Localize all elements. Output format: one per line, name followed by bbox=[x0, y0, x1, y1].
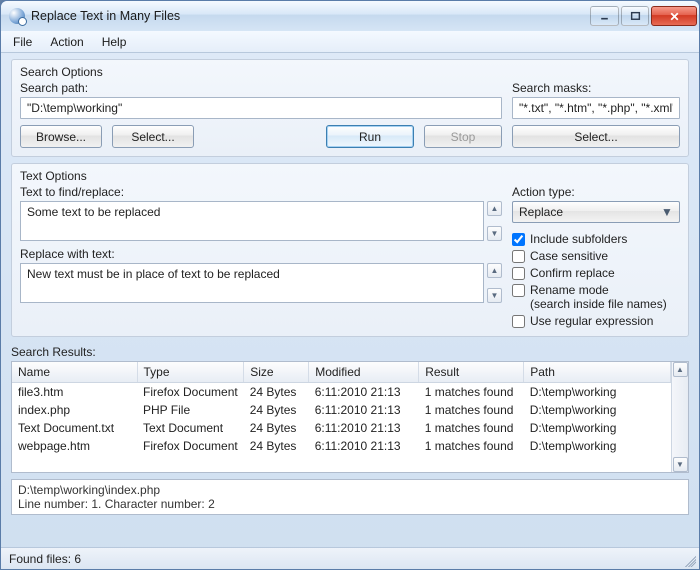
cell-modified: 6:11:2010 21:13 bbox=[309, 437, 419, 455]
cell-name: Text Document.txt bbox=[12, 419, 137, 437]
browse-button[interactable]: Browse... bbox=[20, 125, 102, 148]
case-sensitive-row[interactable]: Case sensitive bbox=[512, 249, 680, 263]
use-regex-label: Use regular expression bbox=[530, 314, 653, 328]
confirm-replace-label: Confirm replace bbox=[530, 266, 615, 280]
results-table-wrap: Name Type Size Modified Result Path file… bbox=[11, 361, 689, 473]
app-window: Replace Text in Many Files File Action H… bbox=[0, 0, 700, 570]
case-sensitive-label: Case sensitive bbox=[530, 249, 608, 263]
stop-button[interactable]: Stop bbox=[424, 125, 502, 148]
cell-type: Firefox Document bbox=[137, 383, 244, 402]
table-row[interactable]: index.phpPHP File24 Bytes6:11:2010 21:13… bbox=[12, 401, 671, 419]
cell-result: 1 matches found bbox=[419, 437, 524, 455]
use-regex-checkbox[interactable] bbox=[512, 315, 525, 328]
cell-modified: 6:11:2010 21:13 bbox=[309, 401, 419, 419]
col-path[interactable]: Path bbox=[524, 362, 671, 383]
confirm-replace-row[interactable]: Confirm replace bbox=[512, 266, 680, 280]
detail-path: D:\temp\working\index.php bbox=[18, 483, 682, 497]
detail-position: Line number: 1. Character number: 2 bbox=[18, 497, 682, 511]
search-options-group: Search Options Search path: Browse... Se… bbox=[11, 59, 689, 157]
include-subfolders-label: Include subfolders bbox=[530, 232, 627, 246]
find-text-label: Text to find/replace: bbox=[20, 185, 502, 199]
include-subfolders-checkbox[interactable] bbox=[512, 233, 525, 246]
select-path-button[interactable]: Select... bbox=[112, 125, 194, 148]
col-type[interactable]: Type bbox=[137, 362, 244, 383]
titlebar[interactable]: Replace Text in Many Files bbox=[1, 1, 699, 31]
rename-mode-sublabel: (search inside file names) bbox=[530, 297, 667, 311]
table-row[interactable]: Text Document.txtText Document24 Bytes6:… bbox=[12, 419, 671, 437]
cell-type: PHP File bbox=[137, 401, 244, 419]
search-path-input[interactable] bbox=[20, 97, 502, 119]
col-name[interactable]: Name bbox=[12, 362, 137, 383]
cell-path: D:\temp\working bbox=[524, 419, 671, 437]
cell-size: 24 Bytes bbox=[244, 437, 309, 455]
case-sensitive-checkbox[interactable] bbox=[512, 250, 525, 263]
status-text: Found files: 6 bbox=[9, 552, 81, 566]
run-button[interactable]: Run bbox=[326, 125, 414, 148]
cell-size: 24 Bytes bbox=[244, 383, 309, 402]
col-result[interactable]: Result bbox=[419, 362, 524, 383]
cell-size: 24 Bytes bbox=[244, 401, 309, 419]
client-area: Search Options Search path: Browse... Se… bbox=[1, 53, 699, 547]
statusbar: Found files: 6 bbox=[1, 547, 699, 569]
text-options-group: Text Options Text to find/replace: Some … bbox=[11, 163, 689, 337]
search-masks-label: Search masks: bbox=[512, 81, 680, 95]
cell-path: D:\temp\working bbox=[524, 383, 671, 402]
cell-modified: 6:11:2010 21:13 bbox=[309, 419, 419, 437]
table-row[interactable]: file3.htmFirefox Document24 Bytes6:11:20… bbox=[12, 383, 671, 402]
text-options-title: Text Options bbox=[20, 169, 680, 183]
action-type-select[interactable]: Replace ▼ bbox=[512, 201, 680, 223]
maximize-button[interactable] bbox=[621, 6, 649, 26]
select-masks-button[interactable]: Select... bbox=[512, 125, 680, 148]
cell-name: webpage.htm bbox=[12, 437, 137, 455]
close-button[interactable] bbox=[651, 6, 697, 26]
search-options-title: Search Options bbox=[20, 65, 680, 79]
detail-box: D:\temp\working\index.php Line number: 1… bbox=[11, 479, 689, 515]
scroll-up-icon[interactable]: ▲ bbox=[673, 362, 688, 377]
action-type-label: Action type: bbox=[512, 185, 680, 199]
app-icon bbox=[9, 8, 25, 24]
table-row[interactable]: webpage.htmFirefox Document24 Bytes6:11:… bbox=[12, 437, 671, 455]
results-table[interactable]: Name Type Size Modified Result Path file… bbox=[12, 362, 671, 455]
use-regex-row[interactable]: Use regular expression bbox=[512, 314, 680, 328]
include-subfolders-row[interactable]: Include subfolders bbox=[512, 232, 680, 246]
cell-type: Firefox Document bbox=[137, 437, 244, 455]
find-scroll-down[interactable]: ▼ bbox=[487, 226, 502, 241]
cell-name: index.php bbox=[12, 401, 137, 419]
find-text-input[interactable]: Some text to be replaced bbox=[20, 201, 484, 241]
cell-result: 1 matches found bbox=[419, 419, 524, 437]
cell-type: Text Document bbox=[137, 419, 244, 437]
search-results-label: Search Results: bbox=[11, 345, 689, 359]
replace-text-label: Replace with text: bbox=[20, 247, 502, 261]
find-scroll-up[interactable]: ▲ bbox=[487, 201, 502, 216]
menu-action[interactable]: Action bbox=[42, 33, 91, 51]
search-masks-input[interactable] bbox=[512, 97, 680, 119]
window-title: Replace Text in Many Files bbox=[31, 9, 590, 23]
rename-mode-label: Rename mode bbox=[530, 283, 609, 297]
menu-help[interactable]: Help bbox=[94, 33, 135, 51]
minimize-button[interactable] bbox=[590, 6, 619, 26]
cell-result: 1 matches found bbox=[419, 401, 524, 419]
rename-mode-row[interactable]: Rename mode (search inside file names) bbox=[512, 283, 680, 311]
cell-result: 1 matches found bbox=[419, 383, 524, 402]
menubar: File Action Help bbox=[1, 31, 699, 53]
scroll-down-icon[interactable]: ▼ bbox=[673, 457, 688, 472]
search-path-label: Search path: bbox=[20, 81, 502, 95]
rename-mode-checkbox[interactable] bbox=[512, 284, 525, 297]
resize-grip-icon[interactable] bbox=[682, 553, 696, 567]
col-size[interactable]: Size bbox=[244, 362, 309, 383]
cell-path: D:\temp\working bbox=[524, 437, 671, 455]
replace-text-input[interactable]: New text must be in place of text to be … bbox=[20, 263, 484, 303]
confirm-replace-checkbox[interactable] bbox=[512, 267, 525, 280]
action-type-value: Replace bbox=[519, 205, 563, 219]
results-scrollbar[interactable]: ▲ ▼ bbox=[671, 362, 688, 472]
replace-scroll-up[interactable]: ▲ bbox=[487, 263, 502, 278]
col-modified[interactable]: Modified bbox=[309, 362, 419, 383]
cell-size: 24 Bytes bbox=[244, 419, 309, 437]
menu-file[interactable]: File bbox=[5, 33, 40, 51]
replace-scroll-down[interactable]: ▼ bbox=[487, 288, 502, 303]
cell-name: file3.htm bbox=[12, 383, 137, 402]
cell-modified: 6:11:2010 21:13 bbox=[309, 383, 419, 402]
cell-path: D:\temp\working bbox=[524, 401, 671, 419]
chevron-down-icon: ▼ bbox=[659, 204, 675, 220]
